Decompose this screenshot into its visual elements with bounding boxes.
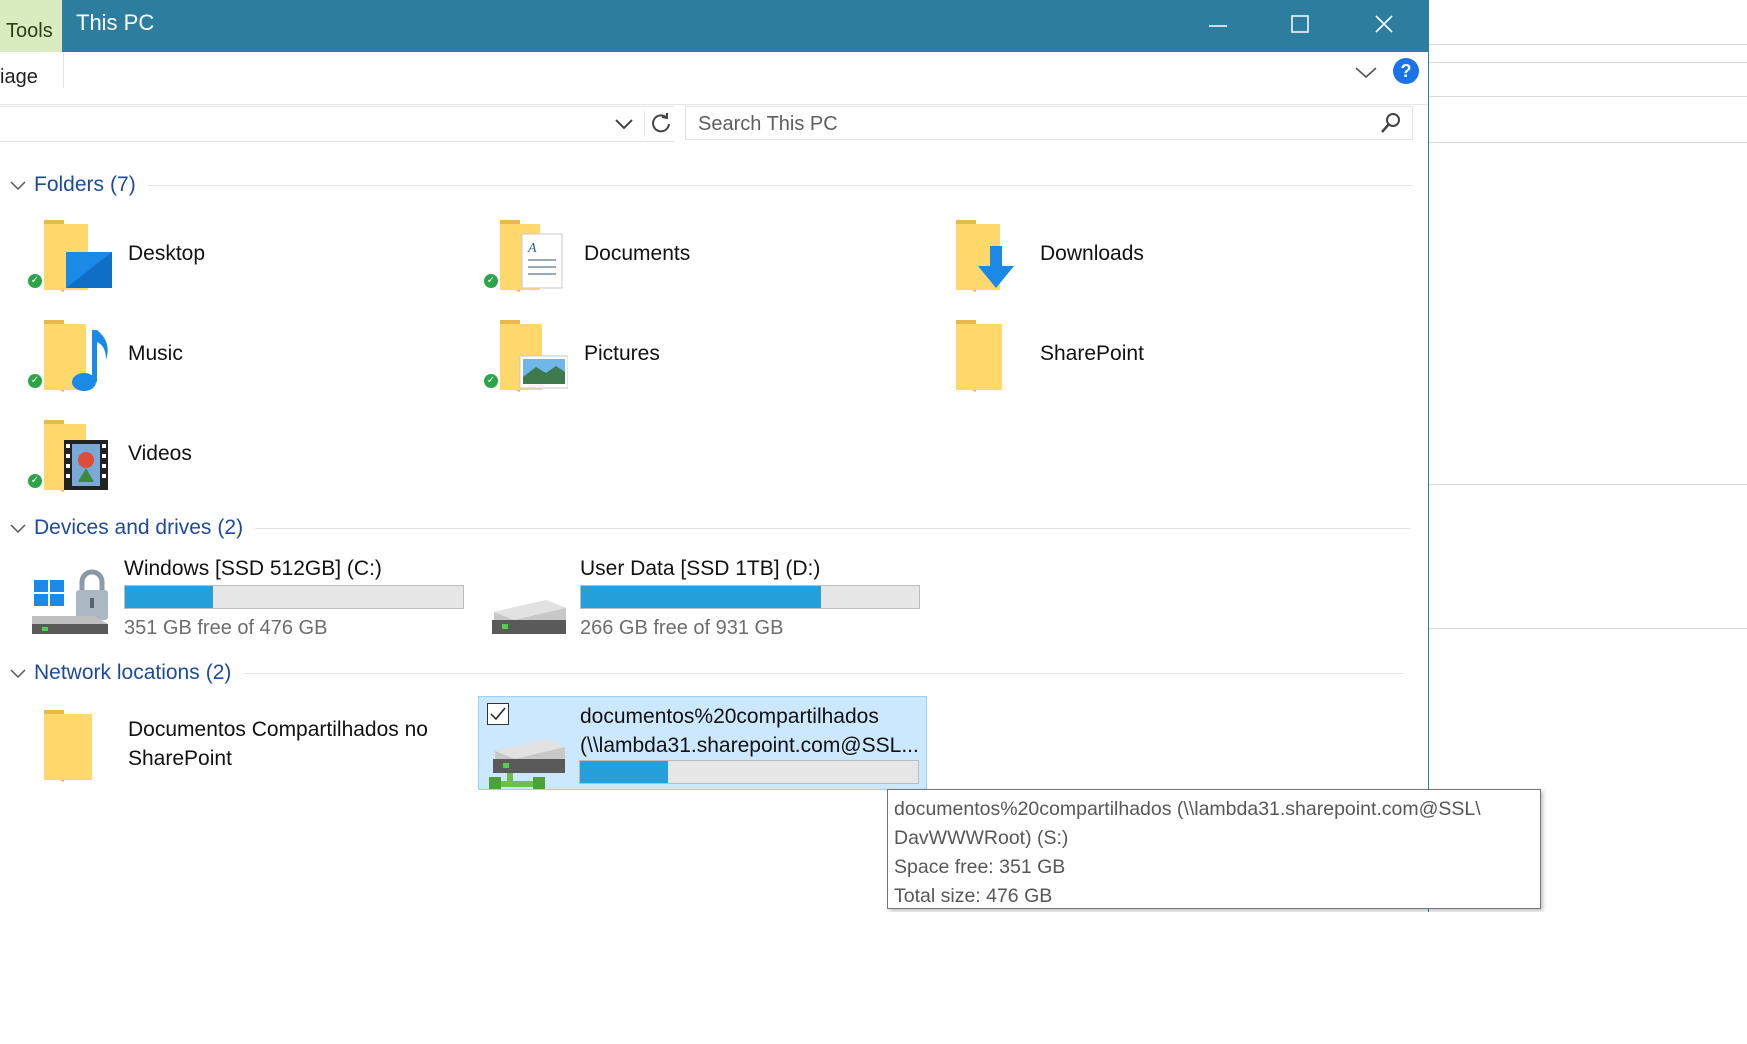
- drive-usage-bar: [580, 585, 920, 609]
- search-box[interactable]: [685, 106, 1413, 140]
- folder-videos[interactable]: ✓ Videos: [28, 412, 192, 496]
- drive-tools-tab[interactable]: Tools: [0, 0, 62, 52]
- desktop-folder-icon: ✓: [28, 212, 112, 296]
- maximize-button[interactable]: [1258, 0, 1342, 48]
- group-divider: [243, 672, 1404, 674]
- ribbon-tab-manage[interactable]: iage: [0, 66, 38, 89]
- group-header-folders[interactable]: Folders (7): [8, 170, 1413, 200]
- drive-c[interactable]: [28, 560, 112, 644]
- folder-name: Pictures: [584, 342, 660, 365]
- usage-fill: [125, 586, 213, 608]
- expand-ribbon-button[interactable]: [1352, 62, 1380, 87]
- folder-pictures[interactable]: ✓ Pictures: [484, 312, 660, 396]
- maximize-icon: [1291, 15, 1309, 33]
- drive-name: User Data [SSD 1TB] (D:): [580, 557, 821, 580]
- drive-d[interactable]: [484, 560, 568, 644]
- network-name-line2: (\\lambda31.sharepoint.com@SSL...: [580, 734, 919, 757]
- downloads-folder-icon: [940, 212, 1024, 296]
- help-icon: ?: [1400, 61, 1412, 81]
- window-title: This PC: [76, 10, 155, 35]
- pictures-folder-icon: ✓: [484, 312, 569, 396]
- torn-edge-background: [0, 912, 1747, 1044]
- drive-free-space: 266 GB free of 931 GB: [580, 617, 784, 639]
- group-header-devices[interactable]: Devices and drives (2): [8, 513, 1413, 543]
- chevron-down-icon: [10, 181, 26, 191]
- drive-free-space: 351 GB free of 476 GB: [124, 617, 328, 639]
- documents-folder-icon: A ✓: [484, 212, 568, 296]
- ribbon: iage: [0, 52, 1428, 105]
- system-drive-icon: [28, 560, 112, 644]
- drive-name: Windows [SSD 512GB] (C:): [124, 557, 382, 580]
- network-name-line2: SharePoint: [128, 747, 232, 770]
- ribbon-separator: [63, 52, 64, 88]
- folder-downloads[interactable]: Downloads: [940, 212, 1144, 296]
- sync-ok-icon: ✓: [28, 474, 42, 488]
- folder-icon: [28, 702, 112, 786]
- group-label: Devices and drives: [34, 516, 212, 539]
- drive-usage-bar: [579, 760, 919, 784]
- tooltip-line1: documentos%20compartilhados (\\lambda31.…: [894, 798, 1481, 820]
- network-name-line1: documentos%20compartilhados: [580, 705, 879, 728]
- folder-desktop[interactable]: ✓ Desktop: [28, 212, 205, 296]
- network-drive-icon: [485, 711, 569, 800]
- drive-d-info: User Data [SSD 1TB] (D:) 266 GB free of …: [580, 557, 920, 640]
- sync-ok-icon: ✓: [28, 274, 42, 288]
- refresh-icon: [652, 113, 670, 133]
- usage-fill: [580, 761, 668, 783]
- folder-name: Videos: [128, 442, 192, 465]
- folder-name: Documents: [584, 242, 691, 265]
- group-count: (2): [217, 516, 244, 539]
- address-history-button[interactable]: [612, 113, 636, 140]
- chevron-down-icon: [1355, 67, 1377, 79]
- drive-tooltip: documentos%20compartilhados (\\lambda31.…: [887, 789, 1541, 909]
- group-count: (7): [110, 173, 136, 196]
- drive-c-info: Windows [SSD 512GB] (C:) 351 GB free of …: [124, 557, 464, 640]
- folder-music[interactable]: ✓ Music: [28, 312, 183, 396]
- refresh-button[interactable]: [644, 111, 673, 137]
- chevron-down-icon: [10, 524, 26, 534]
- group-count: (2): [205, 661, 232, 684]
- chevron-down-icon: [615, 119, 633, 130]
- folder-documents[interactable]: A ✓ Documents: [484, 212, 690, 296]
- sharepoint-folder-icon: [940, 312, 1024, 396]
- hard-drive-icon: [484, 560, 568, 644]
- usage-fill: [581, 586, 821, 608]
- folder-name: SharePoint: [1040, 342, 1144, 365]
- minimize-icon: [1209, 25, 1227, 27]
- group-header-network[interactable]: Network locations (2): [8, 658, 1413, 688]
- svg-text:A: A: [527, 241, 537, 256]
- network-drive-s[interactable]: documentos%20compartilhados (\\lambda31.…: [478, 696, 927, 790]
- group-divider: [255, 527, 1411, 529]
- network-location-sharepoint[interactable]: Documentos Compartilhados no SharePoint: [28, 702, 428, 786]
- drive-usage-bar: [124, 585, 464, 609]
- videos-folder-icon: ✓: [28, 412, 112, 496]
- search-icon[interactable]: [1380, 112, 1402, 139]
- group-label: Folders: [34, 173, 105, 196]
- title-bar: Tools This PC: [0, 0, 1428, 52]
- group-label: Network locations: [34, 661, 200, 684]
- folder-name: Downloads: [1040, 242, 1144, 265]
- folder-sharepoint[interactable]: SharePoint: [940, 312, 1144, 396]
- tooltip-space-free: Space free: 351 GB: [894, 856, 1066, 878]
- music-folder-icon: ✓: [28, 312, 112, 396]
- help-button[interactable]: ?: [1393, 58, 1419, 84]
- close-icon: [1375, 15, 1393, 33]
- folder-name: Music: [128, 342, 183, 365]
- close-button[interactable]: [1342, 0, 1426, 48]
- folder-name: Desktop: [128, 242, 206, 265]
- network-name-line1: Documentos Compartilhados no: [128, 718, 428, 741]
- address-bar[interactable]: [0, 106, 674, 142]
- chevron-down-icon: [10, 669, 26, 679]
- group-divider: [147, 184, 1413, 186]
- search-input[interactable]: [696, 110, 1350, 138]
- minimize-button[interactable]: [1176, 0, 1260, 48]
- sync-ok-icon: ✓: [484, 374, 498, 388]
- sync-ok-icon: ✓: [484, 274, 498, 288]
- tooltip-total-size: Total size: 476 GB: [894, 885, 1053, 907]
- sync-ok-icon: ✓: [28, 374, 42, 388]
- tooltip-line2: DavWWWRoot) (S:): [894, 827, 1069, 849]
